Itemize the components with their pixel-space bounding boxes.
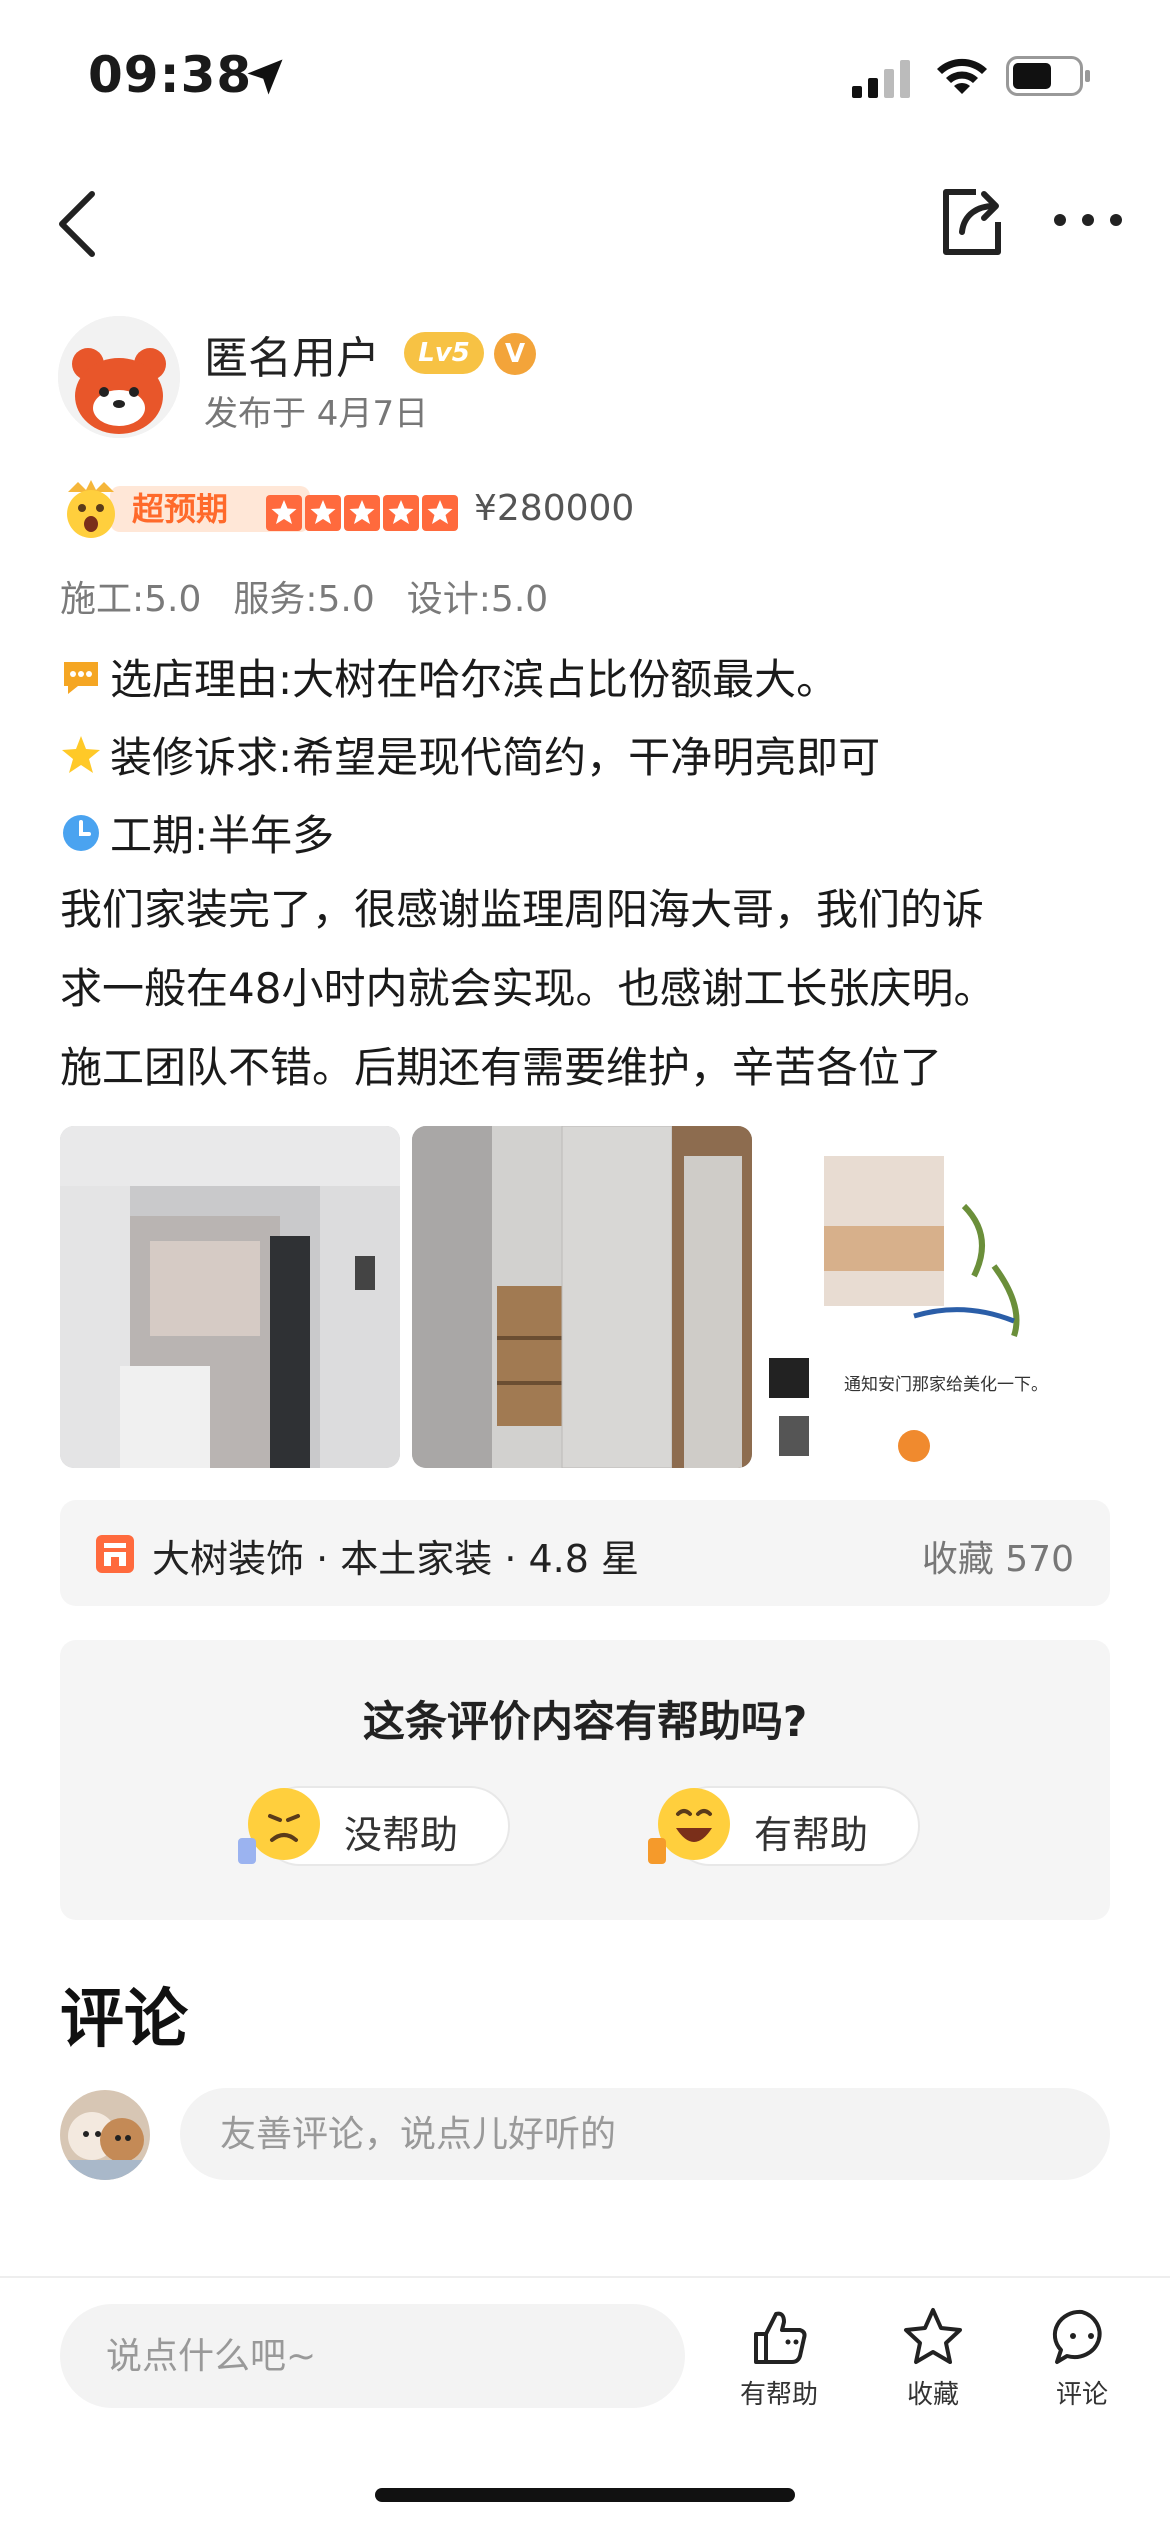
- score-service: 服务:5.0: [233, 579, 375, 620]
- demand-text: 装修诉求:希望是现代简约，干净明亮即可: [110, 733, 881, 782]
- helpful-feedback-panel: 这条评价内容有帮助吗? 没帮助 有帮助: [60, 1640, 1110, 1920]
- rating-star-icon: [344, 495, 380, 531]
- sub-scores: 施工:5.0 服务:5.0 设计:5.0: [60, 570, 548, 622]
- nav-bar: [0, 160, 1170, 280]
- shop-name[interactable]: 大树装饰 · 本土家装 · 4.8 星: [152, 1528, 639, 1583]
- review-body: 我们家装完了，很感谢监理周阳海大哥，我们的诉 求一般在48小时内就会实现。也感谢…: [60, 870, 1120, 1107]
- comment-bubble-icon: [1052, 2309, 1102, 2364]
- photo-gallery: 通知安门那家给美化一下。: [60, 1126, 1110, 1468]
- photo-3[interactable]: 通知安门那家给美化一下。: [764, 1126, 1104, 1468]
- surprised-emoji-icon: [67, 480, 115, 538]
- score-design: 设计:5.0: [406, 579, 549, 620]
- home-indicator: [375, 2488, 795, 2502]
- not-helpful-button[interactable]: 没帮助: [238, 1786, 510, 1866]
- helpful-action-label: 有帮助: [739, 2380, 818, 2410]
- photo-1[interactable]: [60, 1126, 400, 1468]
- share-icon[interactable]: [936, 184, 1006, 260]
- photo-caption: 通知安门那家给美化一下。: [844, 1375, 1048, 1395]
- review-line: 施工团队不错。后期还有需要维护，辛苦各位了: [60, 1043, 943, 1092]
- status-bar: 09:38: [0, 0, 1170, 150]
- status-time: 09:38: [88, 46, 253, 104]
- shop-bar[interactable]: 大树装饰 · 本土家装 · 4.8 星 收藏 570: [60, 1500, 1110, 1606]
- star-outline-icon: [904, 2308, 962, 2364]
- verified-badge: V: [494, 333, 536, 375]
- review-line: 我们家装完了，很感谢监理周阳海大哥，我们的诉: [60, 885, 985, 934]
- favorite-action-label: 收藏: [906, 2380, 959, 2410]
- helpful-action-button[interactable]: 有帮助: [724, 2304, 834, 2414]
- more-dots-icon[interactable]: [1050, 200, 1126, 240]
- helpful-label: 有帮助: [754, 1813, 869, 1857]
- thumb-up-icon: [754, 2311, 807, 2364]
- rating-star-icon: [305, 495, 341, 531]
- comment-input[interactable]: [180, 2088, 1110, 2180]
- reason-line: 选店理由:大树在哈尔滨占比份额最大。: [60, 646, 838, 707]
- rating-star-icon: [266, 495, 302, 531]
- duration-line: 工期:半年多: [60, 802, 334, 863]
- review-line: 求一般在48小时内就会实现。也感谢工长张庆明。: [60, 964, 996, 1013]
- username[interactable]: 匿名用户: [204, 322, 380, 386]
- say-something-input[interactable]: [60, 2304, 685, 2408]
- laugh-emoji-icon: [648, 1788, 730, 1864]
- signal-icon: [852, 60, 910, 98]
- rating-star-icon: [422, 495, 458, 531]
- duration-text: 工期:半年多: [110, 811, 335, 860]
- favorite-action-button[interactable]: 收藏: [878, 2304, 988, 2414]
- score-construction: 施工:5.0: [60, 579, 202, 620]
- message-emoji-icon: [64, 661, 98, 694]
- frown-emoji-icon: [238, 1788, 320, 1864]
- comment-action-button[interactable]: 评论: [1027, 2304, 1137, 2414]
- not-helpful-label: 没帮助: [344, 1813, 459, 1857]
- user-avatar[interactable]: [58, 316, 180, 438]
- current-user-avatar: [60, 2090, 150, 2180]
- shop-favorite-count: 收藏 570: [921, 1539, 1074, 1580]
- wifi-icon: [937, 58, 987, 94]
- comment-action-label: 评论: [1055, 2380, 1108, 2410]
- post-date: 发布于 4月7日: [204, 394, 429, 434]
- star-emoji-icon: [62, 735, 100, 773]
- helpful-button[interactable]: 有帮助: [648, 1786, 920, 1866]
- demand-line: 装修诉求:希望是现代简约，干净明亮即可: [60, 724, 880, 785]
- price: ¥280000: [474, 488, 635, 529]
- location-arrow-icon: [247, 59, 283, 95]
- rating-stars: [266, 495, 458, 531]
- level-badge: Lv5: [404, 332, 484, 374]
- shop-icon: [96, 1535, 134, 1573]
- comments-title: 评论: [60, 1983, 188, 2057]
- photo-2[interactable]: [412, 1126, 752, 1468]
- back-chevron-icon[interactable]: [44, 184, 114, 264]
- helpful-question: 这条评价内容有帮助吗?: [362, 1697, 808, 1746]
- battery-icon: [1006, 56, 1090, 96]
- rating-star-icon: [383, 495, 419, 531]
- reason-text: 选店理由:大树在哈尔滨占比份额最大。: [110, 655, 839, 704]
- bottom-action-bar: 有帮助 收藏 评论: [0, 2276, 1170, 2532]
- clock-emoji-icon: [63, 814, 99, 851]
